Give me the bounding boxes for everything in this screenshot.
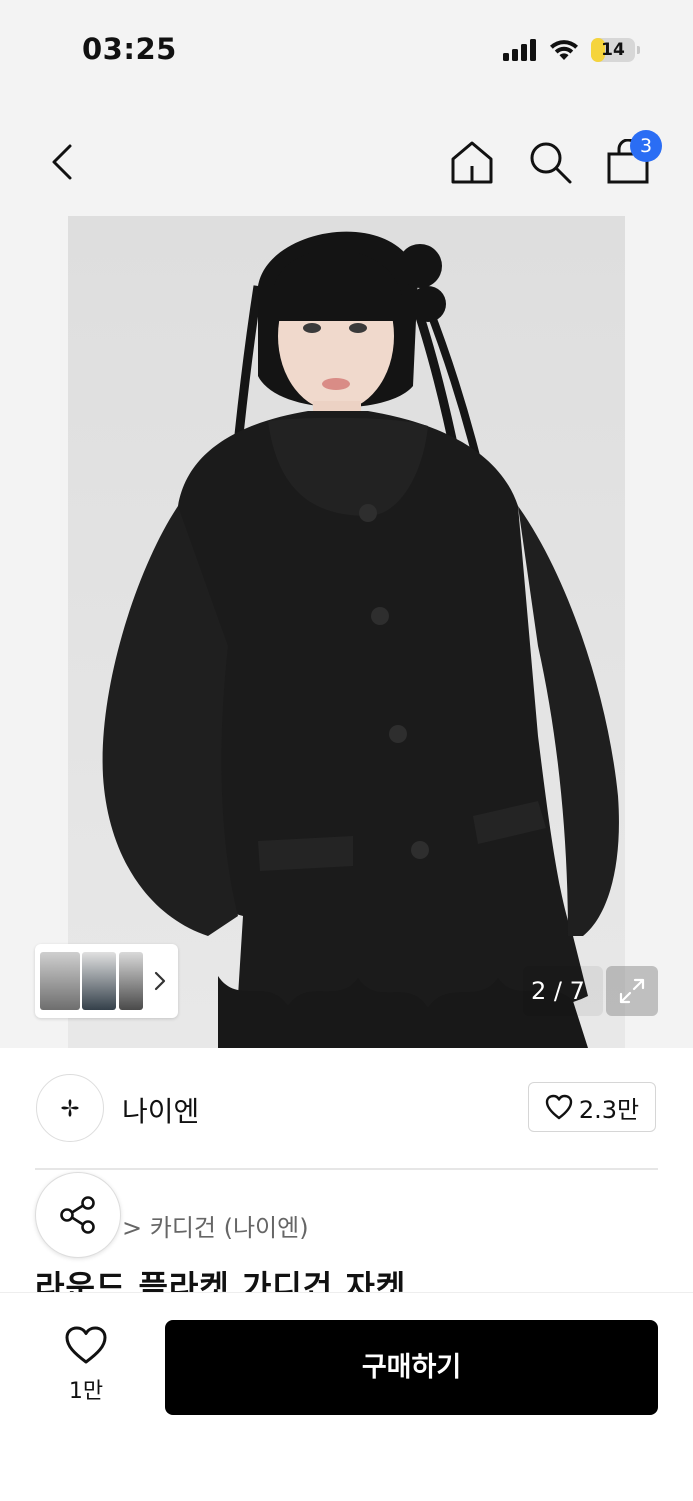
category-breadcrumb[interactable]: > 카디건 (나이엔) <box>122 1208 309 1243</box>
battery-level-text: 14 <box>601 40 625 60</box>
brand-logo-icon <box>61 1099 79 1117</box>
wishlist-button[interactable]: 1만 <box>36 1317 136 1413</box>
home-icon <box>451 141 493 184</box>
brand-like-count: 2.3만 <box>578 1095 640 1124</box>
bottom-purchase-bar: 1만 구매하기 <box>0 1292 693 1501</box>
wishlist-count: 1만 <box>68 1379 104 1404</box>
image-counter: 2 / 7 <box>523 966 603 1016</box>
back-arrow-icon <box>52 144 72 180</box>
top-nav-bar: 3 <box>0 100 693 216</box>
brand-name[interactable]: 나이엔 <box>122 1090 199 1130</box>
brand-row: 나이엔 2.3만 <box>0 1048 693 1168</box>
search-button[interactable] <box>526 138 574 186</box>
cellular-signal-icon <box>503 39 536 61</box>
thumbnail-strip[interactable] <box>35 944 178 1018</box>
battery-icon: 14 <box>591 38 640 62</box>
back-button[interactable] <box>38 138 86 186</box>
share-button[interactable] <box>35 1172 121 1258</box>
status-time: 03:25 <box>82 32 177 66</box>
expand-icon <box>619 978 645 1004</box>
buy-button[interactable]: 구매하기 <box>165 1320 658 1415</box>
share-icon <box>60 1196 95 1234</box>
brand-logo[interactable] <box>36 1074 104 1142</box>
wifi-icon <box>550 40 578 60</box>
search-icon <box>530 142 572 184</box>
status-icons: 14 <box>503 38 640 62</box>
divider <box>35 1168 658 1170</box>
product-photo[interactable] <box>68 216 625 1048</box>
status-bar: 03:25 14 <box>0 0 693 100</box>
expand-image-button[interactable] <box>606 966 658 1016</box>
thumbnail-image[interactable] <box>40 952 80 1010</box>
cart-count-badge: 3 <box>630 130 662 162</box>
thumbnail-image[interactable] <box>119 952 143 1010</box>
heart-icon <box>545 1094 573 1120</box>
thumbnail-image[interactable] <box>82 952 116 1010</box>
chevron-right-icon[interactable] <box>153 970 167 992</box>
home-button[interactable] <box>448 138 496 186</box>
cart-button[interactable]: 3 <box>604 130 662 186</box>
product-image-gallery[interactable]: 2 / 7 <box>0 216 693 1048</box>
brand-like-button[interactable]: 2.3만 <box>528 1082 656 1132</box>
heart-icon <box>65 1326 107 1364</box>
model-wearing-cardigan-image <box>102 231 619 1048</box>
